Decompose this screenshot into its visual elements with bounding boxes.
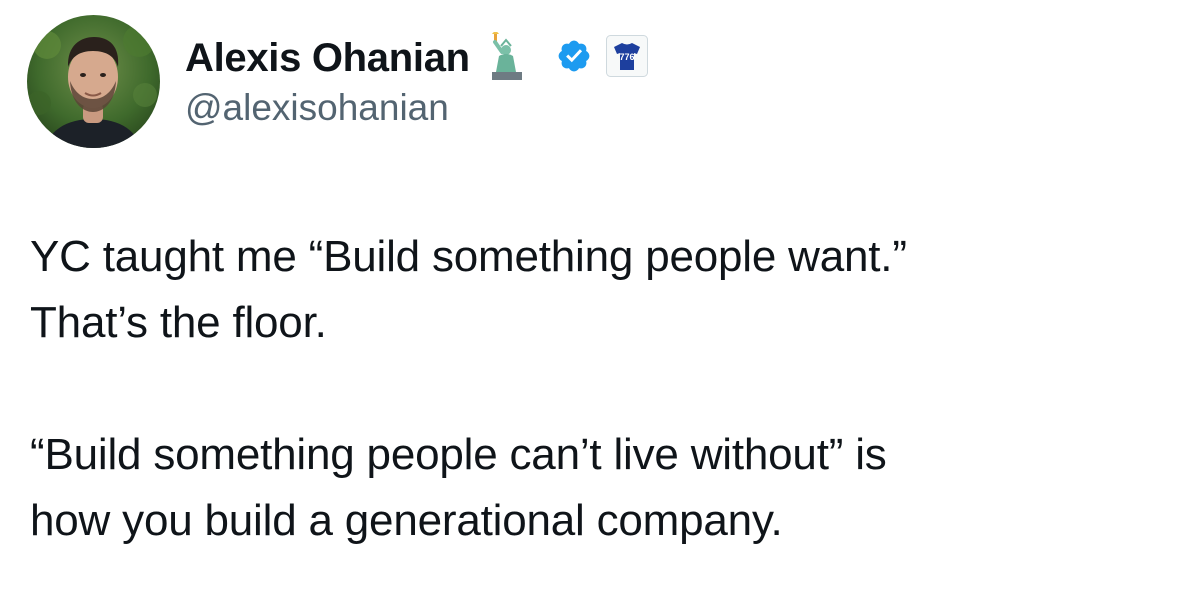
affiliate-badge-icon[interactable]: 776 <box>605 34 648 82</box>
verified-badge-icon[interactable] <box>556 38 592 79</box>
avatar-image <box>27 15 160 148</box>
handle[interactable]: @alexisohanian <box>185 86 648 130</box>
avatar[interactable] <box>27 15 160 148</box>
author-identity: Alexis Ohanian 776 @alexisohanian <box>185 31 648 130</box>
tweet-line: “Build something people can’t live witho… <box>30 430 887 479</box>
tweet-line: how you build a generational company. <box>30 496 783 545</box>
tweet-line: That’s the floor. <box>30 298 327 347</box>
display-name[interactable]: Alexis Ohanian <box>185 32 470 84</box>
affiliate-badge-text: 776 <box>619 52 634 62</box>
tweet-text: YC taught me “Build something people wan… <box>30 224 1150 554</box>
tweet-line: YC taught me “Build something people wan… <box>30 232 907 281</box>
tweet-paragraph: “Build something people can’t live witho… <box>30 422 1150 554</box>
tweet-header: Alexis Ohanian 776 @alexisohanian <box>27 15 648 148</box>
tweet[interactable]: Alexis Ohanian 776 @alexisohanian YC tau… <box>0 0 1179 604</box>
name-row: Alexis Ohanian 776 <box>185 31 648 85</box>
tweet-paragraph: YC taught me “Build something people wan… <box>30 224 1150 356</box>
statue-of-liberty-icon <box>488 31 526 85</box>
